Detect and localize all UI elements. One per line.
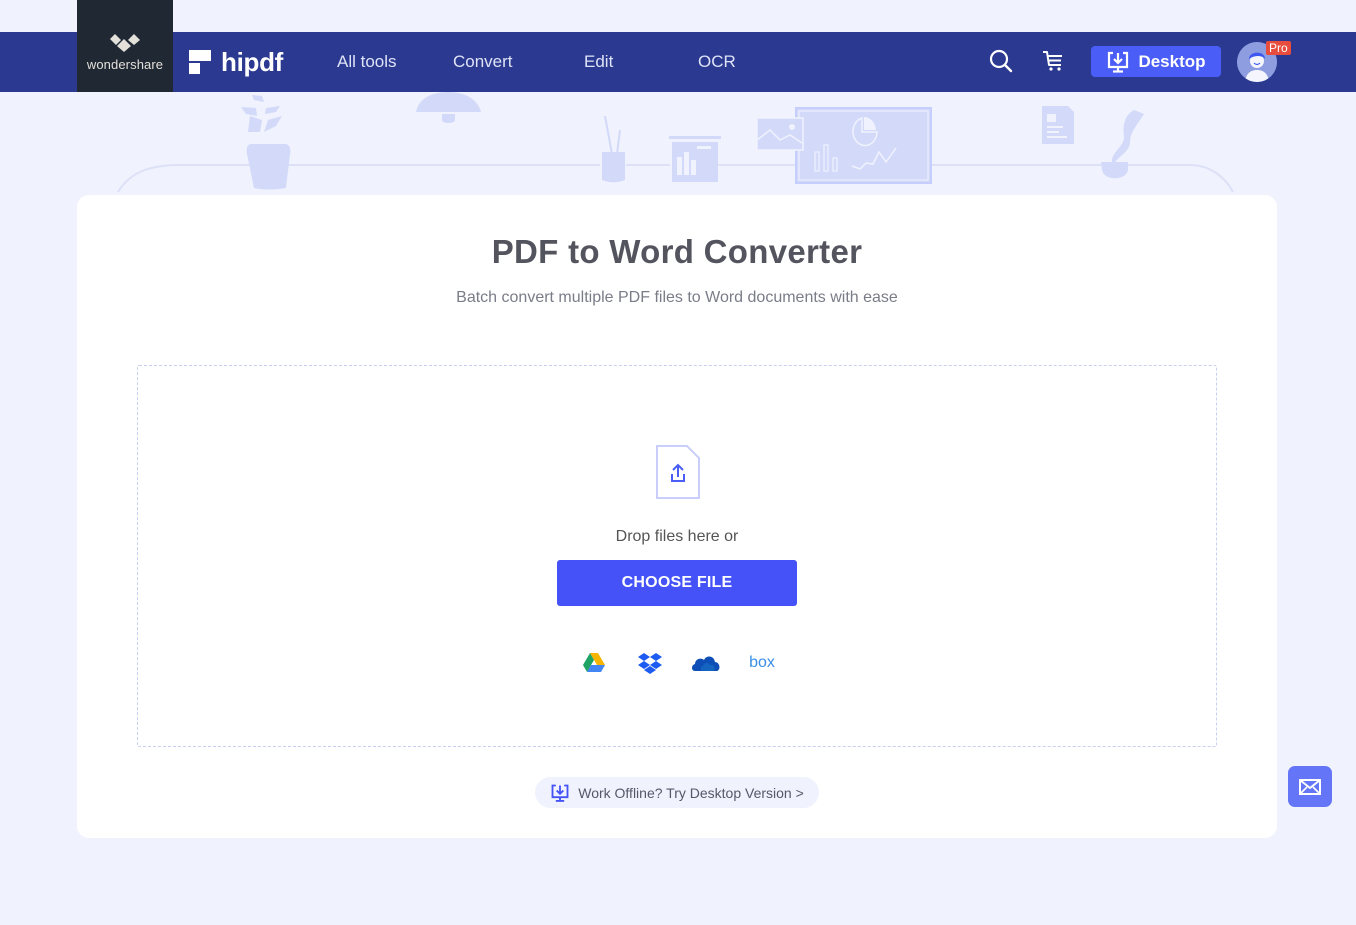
cart-icon: [1043, 51, 1062, 71]
cart-button[interactable]: [1040, 48, 1066, 74]
box-icon[interactable]: box: [747, 651, 777, 675]
file-upload-icon: [656, 445, 700, 499]
plant-pot-illustration: [241, 95, 291, 190]
box-label: box: [749, 654, 775, 671]
desktop-button-label: Desktop: [1138, 51, 1206, 71]
nav-convert[interactable]: Convert: [453, 52, 513, 72]
desktop-version-link[interactable]: Work Offline? Try Desktop Version >: [535, 777, 819, 808]
mail-icon: [1299, 778, 1321, 795]
search-icon: [989, 49, 1013, 73]
nav-edit[interactable]: Edit: [584, 52, 613, 72]
page-subtitle: Batch convert multiple PDF files to Word…: [456, 289, 898, 306]
document-illustration: [1042, 106, 1074, 144]
nav-ocr[interactable]: OCR: [698, 52, 736, 72]
drop-files-text: Drop files here or: [615, 528, 739, 545]
lamp-illustration: [416, 92, 481, 123]
search-button[interactable]: [988, 48, 1014, 74]
desktop-download-icon: [551, 784, 569, 802]
chart-board-illustration: [669, 136, 721, 182]
monitor-illustration: [756, 107, 932, 184]
google-drive-icon[interactable]: [581, 651, 607, 675]
desktop-download-button[interactable]: Desktop: [1091, 46, 1221, 77]
main-nav: All tools Convert Edit OCR: [0, 32, 900, 92]
converter-card: PDF to Word Converter Batch convert mult…: [77, 195, 1277, 838]
choose-file-button[interactable]: CHOOSE FILE: [557, 560, 797, 606]
pro-badge: Pro: [1266, 41, 1291, 55]
onedrive-icon[interactable]: [691, 651, 721, 675]
desktop-version-text: Work Offline? Try Desktop Version >: [578, 784, 804, 801]
nav-all-tools[interactable]: All tools: [337, 52, 397, 72]
page-title: PDF to Word Converter: [491, 233, 863, 270]
pencil-cup-illustration: [602, 115, 625, 183]
contact-mail-button[interactable]: [1288, 766, 1332, 807]
desktop-download-icon: [1108, 51, 1129, 73]
quill-inkpot-illustration: [1101, 110, 1144, 179]
file-drop-zone[interactable]: Drop files here or CHOOSE FILE box: [137, 365, 1217, 747]
header-illustration: [117, 92, 1234, 193]
dropbox-icon[interactable]: [637, 651, 663, 675]
